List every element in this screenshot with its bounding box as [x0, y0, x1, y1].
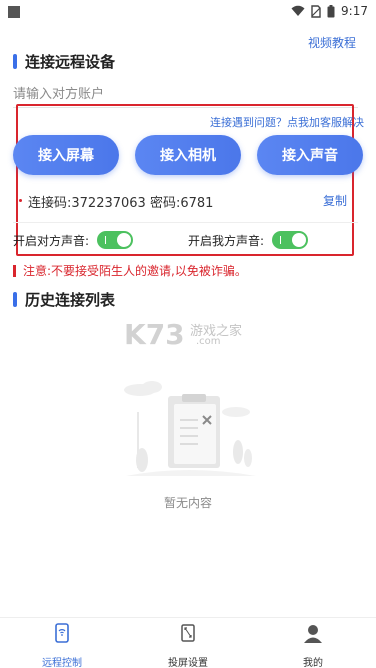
connection-code-row: 连接码:372237063 密码:6781 复制	[19, 190, 353, 212]
self-audio-toggle[interactable]	[272, 231, 309, 249]
watermark-brand: K73	[124, 318, 185, 351]
watermark-domain: .com	[196, 336, 221, 347]
nav-remote-control-label: 远程控制	[42, 658, 82, 668]
fraud-warning: 注意:不要接受陌生人的邀请,以免被诈骗。	[13, 262, 247, 279]
title-accent-bar	[13, 54, 17, 69]
self-audio-toggle-group: 开启我方声音:	[188, 231, 309, 249]
connect-section-title: 连接远程设备	[13, 51, 115, 72]
no-sim-icon	[311, 4, 321, 18]
self-audio-label: 开启我方声音:	[188, 233, 265, 248]
video-tutorial-link[interactable]: 视频教程	[308, 34, 356, 51]
nav-profile-label: 我的	[303, 658, 323, 668]
access-button-row: 接入屏幕 接入相机 接入声音	[13, 135, 363, 175]
wifi-icon	[291, 5, 305, 16]
history-title-text: 历史连接列表	[25, 291, 116, 309]
bottom-nav: 远程控制 投屏设置 我的	[0, 617, 376, 668]
empty-state-text: 暂无内容	[163, 496, 212, 510]
nav-remote-control[interactable]: 远程控制	[22, 622, 102, 668]
customer-service-link[interactable]: 连接遇到问题？点我加客服解决	[210, 114, 364, 130]
peer-audio-toggle[interactable]	[97, 231, 134, 249]
status-right: 9:17	[291, 4, 368, 18]
status-bar: 9:17	[0, 0, 376, 26]
empty-clipboard-icon	[124, 381, 256, 476]
peer-audio-label: 开启对方声音:	[13, 233, 90, 248]
connect-title-text: 连接远程设备	[25, 53, 116, 71]
warning-bar	[13, 264, 16, 277]
nav-profile[interactable]: 我的	[273, 622, 353, 668]
screen-cast-icon	[177, 622, 199, 644]
warning-text: 注意:不要接受陌生人的邀请,以免被诈骗。	[23, 264, 247, 278]
divider	[13, 222, 358, 223]
bullet-dot	[19, 199, 22, 202]
status-time: 9:17	[341, 4, 368, 18]
title-accent-bar	[13, 292, 17, 307]
peer-audio-toggle-group: 开启对方声音:	[13, 231, 134, 249]
battery-icon	[327, 4, 335, 17]
notification-icon	[8, 6, 20, 18]
nav-screen-cast[interactable]: 投屏设置	[148, 622, 228, 668]
profile-icon	[302, 622, 324, 644]
copy-button[interactable]: 复制	[323, 192, 347, 209]
connection-code-text: 连接码:372237063 密码:6781	[28, 196, 214, 211]
access-camera-button[interactable]: 接入相机	[135, 135, 241, 175]
history-section-title: 历史连接列表	[13, 289, 115, 310]
access-audio-button[interactable]: 接入声音	[257, 135, 363, 175]
nav-screen-cast-label: 投屏设置	[168, 658, 208, 668]
remote-control-icon	[51, 622, 73, 644]
watermark-logo: K73 游戏之家 .com	[124, 318, 254, 352]
access-screen-button[interactable]: 接入屏幕	[13, 135, 119, 175]
